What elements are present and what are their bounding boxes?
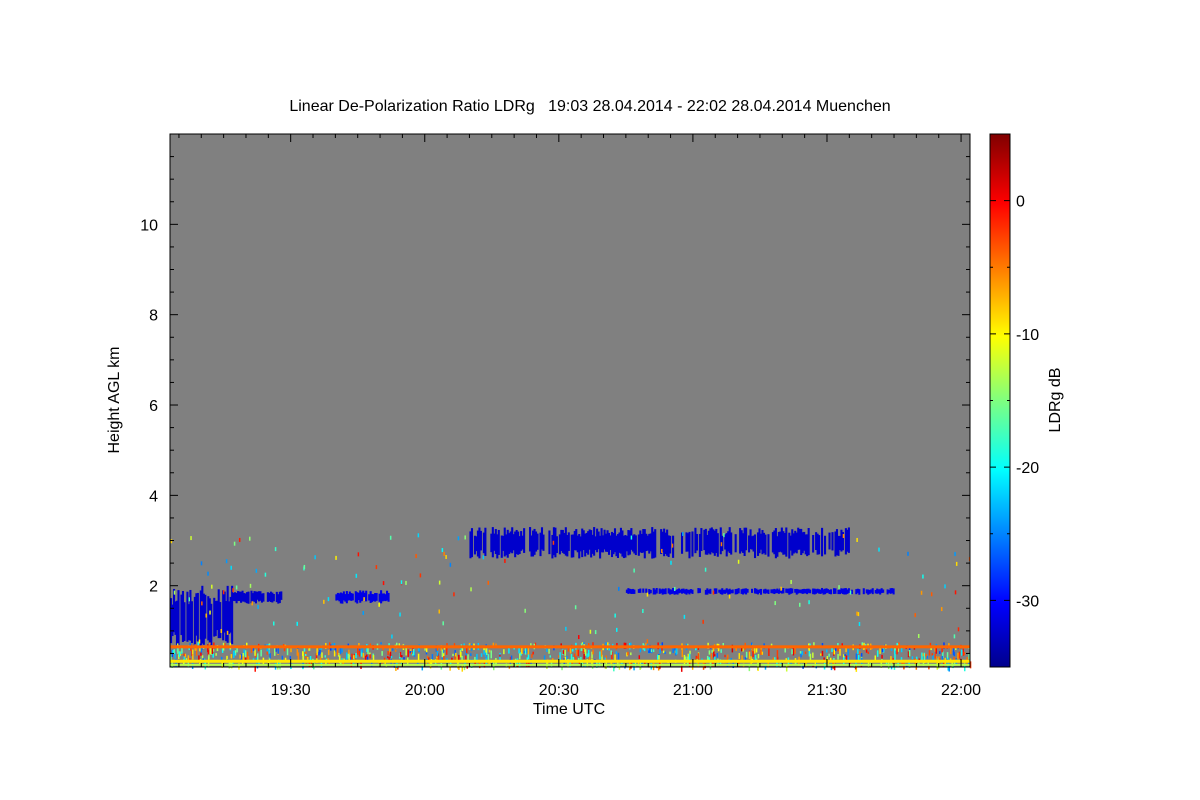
ldr-plot: 19:30 20:00 20:30 21:00 21:30 22:00 2 4 6 8 10 Ti… xyxy=(106,133,1064,718)
feature-0 xyxy=(170,585,234,648)
y-tick-label: 10 xyxy=(140,217,158,234)
layer-line xyxy=(170,645,970,649)
x-tick-label: 19:30 xyxy=(271,682,311,699)
y-tick-label: 6 xyxy=(149,398,158,415)
x-tick-label: 20:00 xyxy=(405,682,445,699)
x-tick-label: 21:30 xyxy=(807,682,847,699)
colorbar-tick-label: -30 xyxy=(1016,593,1039,610)
colorbar-tick-label: -10 xyxy=(1016,327,1039,344)
x-tick-label: 22:00 xyxy=(941,682,981,699)
layer-line xyxy=(170,659,970,663)
colorbar-label: LDRg dB xyxy=(1047,368,1064,433)
x-tick-label: 20:30 xyxy=(539,682,579,699)
layer-line xyxy=(170,663,970,666)
x-axis-label: Time UTC xyxy=(533,701,605,718)
x-tick-label: 21:00 xyxy=(673,682,713,699)
plot-background xyxy=(170,134,970,667)
y-tick-label: 2 xyxy=(149,579,158,596)
y-axis-label: Height AGL km xyxy=(106,346,123,453)
y-tick-label: 4 xyxy=(149,488,158,505)
y-tick-labels: 2 4 6 8 10 xyxy=(140,217,158,595)
colorbar-tick-label: -20 xyxy=(1016,460,1039,477)
y-tick-label: 8 xyxy=(149,308,158,325)
colorbar-tick-label: 0 xyxy=(1016,194,1025,211)
x-tick-labels: 19:30 20:00 20:30 21:00 21:30 22:00 xyxy=(271,682,982,699)
heatmap-data xyxy=(170,134,972,672)
